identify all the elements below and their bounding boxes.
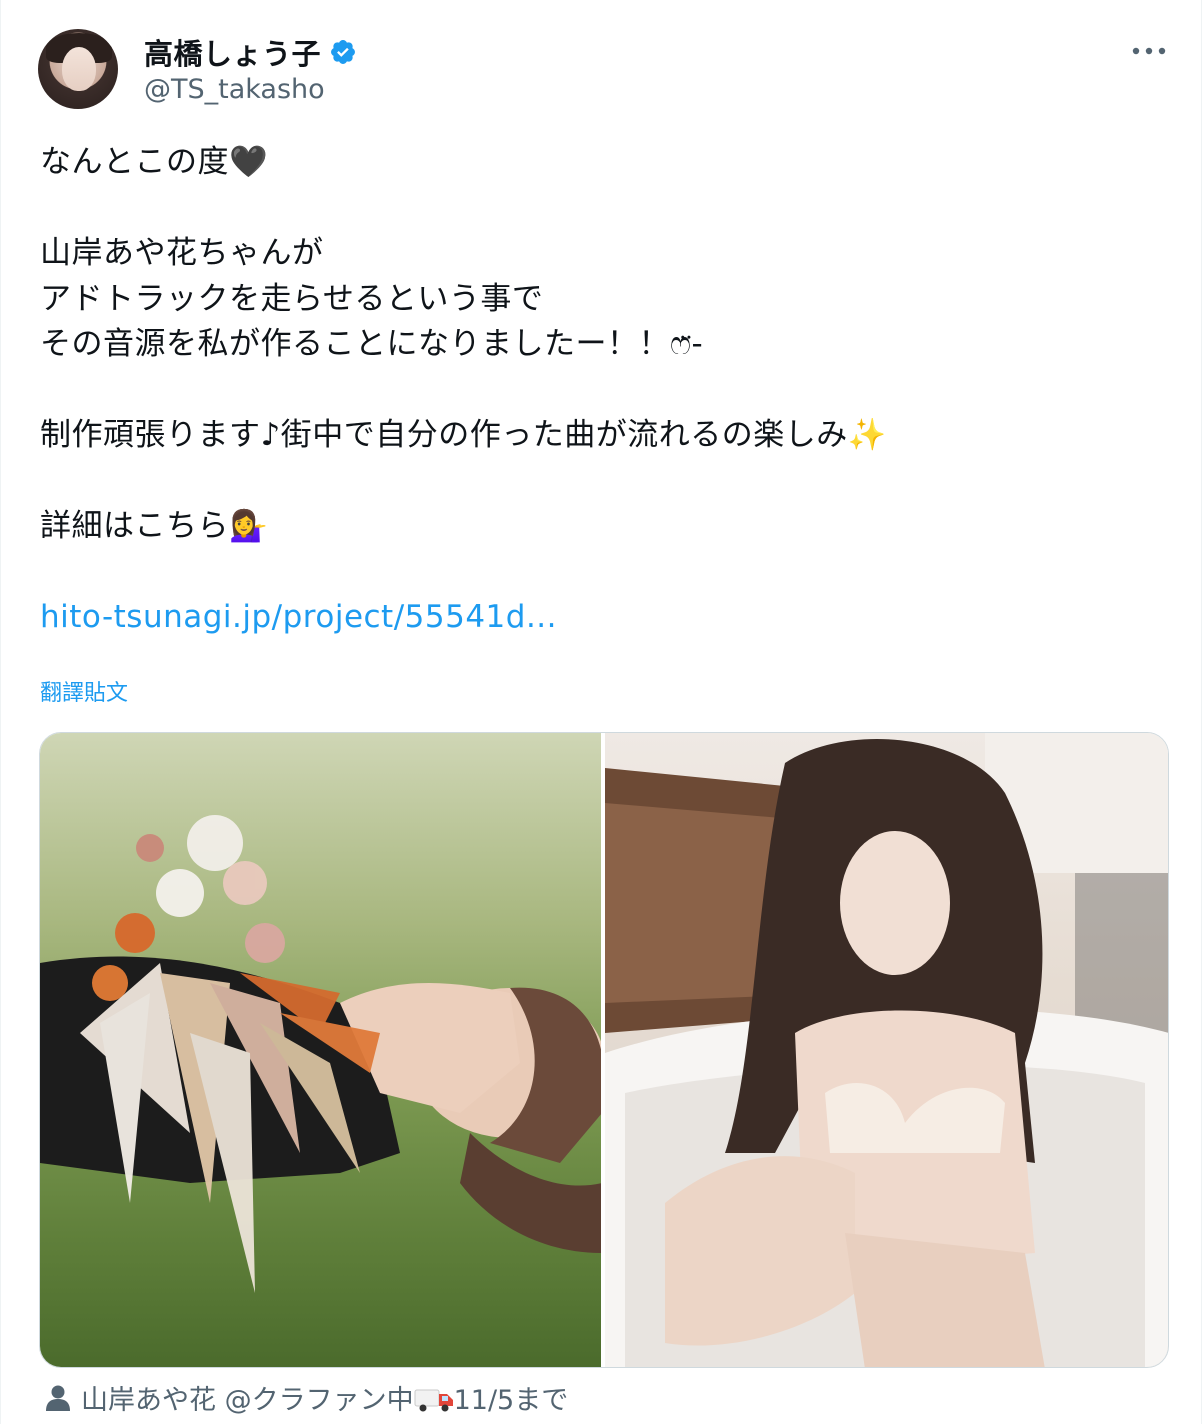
avatar-face: [62, 47, 96, 91]
media-photo-1[interactable]: [40, 733, 601, 1367]
author-display-name[interactable]: 高橋しょう子: [144, 31, 321, 73]
verified-badge-icon: [329, 38, 357, 66]
author-name-row: 高橋しょう子: [144, 31, 357, 73]
tweet-line: なんとこの度🖤: [40, 144, 269, 180]
author-avatar[interactable]: [38, 29, 118, 109]
tweet-card: 高橋しょう子 @TS_takasho なんとこの度🖤 山岸あや花ちゃんが アドト…: [0, 0, 1202, 1424]
media-grid: [39, 732, 1169, 1368]
person-icon: [46, 1385, 70, 1411]
photo-2-illustration: [605, 733, 1168, 1367]
tagged-user-date: 11/5まで: [453, 1385, 569, 1416]
more-options-button[interactable]: [1129, 36, 1169, 66]
tweet-line: 詳細はこちら💁‍♀️: [40, 508, 269, 544]
truck-icon: [414, 1389, 453, 1412]
author-handle[interactable]: @TS_takasho: [144, 74, 325, 105]
tweet-link[interactable]: hito-tsunagi.jp/project/55541d...: [40, 595, 1160, 641]
tagged-user-label: 山岸あや花 @クラファン中 11/5まで: [81, 1378, 568, 1417]
tweet-line: アドトラックを走らせるという事で: [40, 280, 544, 317]
tagged-user[interactable]: 山岸あや花 @クラファン中 11/5まで: [45, 1378, 568, 1417]
tagged-user-name: 山岸あや花 @クラファン中: [81, 1385, 414, 1416]
media-photo-2[interactable]: [605, 733, 1168, 1367]
tweet-line: 制作頑張ります♪街中で自分の作った曲が流れるの楽しみ✨: [40, 417, 887, 453]
photo-1-illustration: [40, 815, 601, 1293]
more-icon: [1132, 47, 1166, 55]
tweet-line: その音源を私が作ることになりましたー！！ෆ̈-: [40, 326, 704, 362]
tweet-line: 山岸あや花ちゃんが: [40, 235, 324, 271]
tweet-text: なんとこの度🖤 山岸あや花ちゃんが アドトラックを走らせるという事で その音源を…: [40, 140, 1160, 641]
translate-post-button[interactable]: 翻譯貼文: [40, 675, 128, 707]
